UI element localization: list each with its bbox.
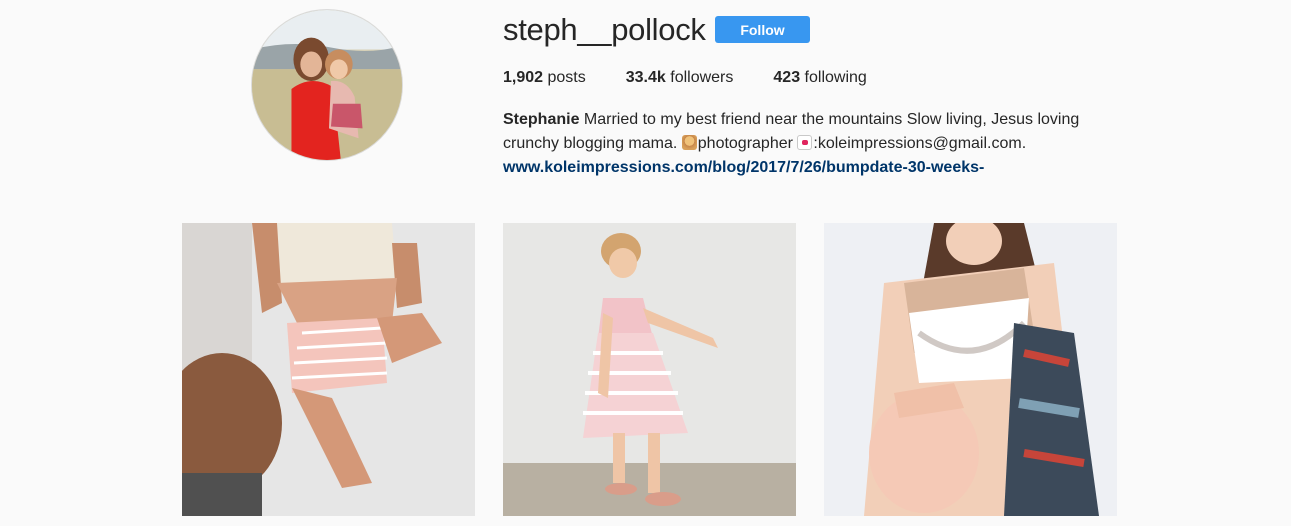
username: steph__pollock [503, 12, 706, 47]
profile-avatar[interactable] [251, 9, 403, 161]
profile-bio: Stephanie Married to my best friend near… [503, 108, 1143, 180]
love-letter-emoji-icon [797, 135, 813, 150]
post-2-photo [503, 223, 796, 516]
followers-stat[interactable]: 33.4k followers [626, 68, 734, 88]
bio-line-1: Stephanie Married to my best friend near… [503, 108, 1143, 132]
profile-stats: 1,902 posts 33.4k followers 423 followin… [503, 68, 907, 88]
posts-count: 1,902 [503, 69, 544, 86]
post-1[interactable] [182, 223, 475, 516]
follow-button[interactable]: Follow [715, 16, 810, 43]
followers-count: 33.4k [625, 69, 666, 86]
bio-line-3: www.koleimpressions.com/blog/2017/7/26/b… [503, 156, 1143, 180]
bio-text-1: Married to my best friend near the mount… [583, 111, 1080, 128]
post-1-photo [182, 223, 475, 516]
following-stat[interactable]: 423 following [773, 68, 866, 88]
bio-text-2: crunchy blogging mama. [503, 135, 678, 152]
followers-label: followers [670, 69, 734, 86]
full-name: Stephanie [503, 111, 580, 128]
avatar-photo [252, 10, 402, 160]
following-label: following [804, 69, 867, 86]
post-2[interactable] [503, 223, 796, 516]
woman-photographer-emoji-icon [681, 135, 697, 150]
following-count: 423 [773, 69, 801, 86]
post-3-photo [824, 223, 1117, 516]
bio-line-2: crunchy blogging mama. photographer :kol… [503, 132, 1143, 156]
bio-text-4: :koleimpressions@gmail.com. [813, 135, 1027, 152]
bio-link[interactable]: www.koleimpressions.com/blog/2017/7/26/b… [503, 159, 984, 176]
posts-stat: 1,902 posts [503, 68, 586, 88]
posts-label: posts [547, 69, 586, 86]
bio-text-3: photographer [697, 135, 793, 152]
post-3[interactable] [824, 223, 1117, 516]
